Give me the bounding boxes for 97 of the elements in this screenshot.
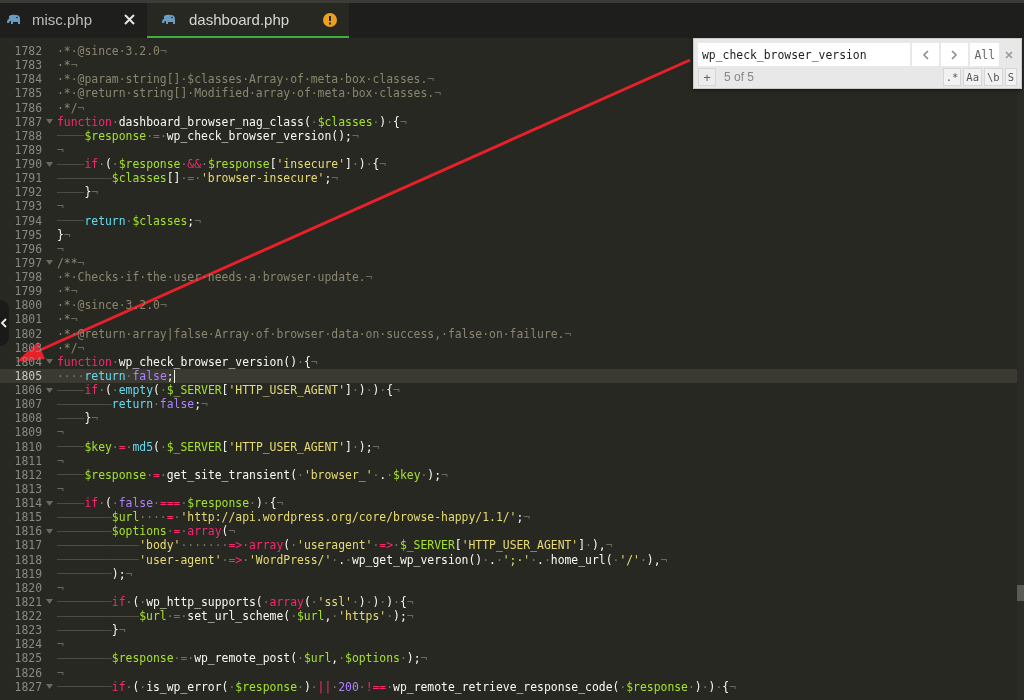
code-line: ¬ bbox=[57, 199, 64, 214]
line-number: 1826 bbox=[14, 665, 42, 680]
option-toggle[interactable]: S bbox=[1004, 68, 1017, 86]
code-line: ¬ bbox=[57, 453, 64, 468]
line-number: 1819 bbox=[14, 566, 42, 581]
line-number: 1801 bbox=[14, 312, 42, 327]
match-count: 5 of 5 bbox=[724, 70, 756, 84]
line-number: 1797 bbox=[14, 255, 42, 270]
line-number: 1785 bbox=[14, 86, 42, 101]
code-line: }¬ bbox=[57, 185, 99, 200]
code-line: return·false;¬ bbox=[57, 397, 208, 412]
line-number: 1791 bbox=[14, 171, 42, 186]
line-number: 1788 bbox=[14, 128, 42, 143]
code-line: if·(·is_wp_error(·$response·)·||·200·!==·wp_remote_retrieve_response_code(·$response·)·)·{¬ bbox=[57, 679, 736, 694]
line-number: 1808 bbox=[14, 411, 42, 426]
code-line: }¬ bbox=[57, 411, 99, 426]
code-line: ·*/¬ bbox=[57, 100, 85, 115]
line-number: 1798 bbox=[14, 270, 42, 285]
option-toggle[interactable]: Aa bbox=[963, 68, 982, 86]
line-number: 1784 bbox=[14, 72, 42, 87]
line-number: 1789 bbox=[14, 142, 42, 157]
line-number: 1825 bbox=[14, 651, 42, 666]
line-number: 1813 bbox=[14, 481, 42, 496]
line-number: 1810 bbox=[14, 439, 42, 454]
code-line: ·*·@param·string[]·$classes·Array·of·meta·box·classes.¬ bbox=[57, 72, 435, 87]
line-number: 1790 bbox=[14, 157, 42, 172]
code-line: ¬ bbox=[57, 665, 64, 680]
find-all-button[interactable]: All bbox=[970, 43, 999, 66]
line-number: 1796 bbox=[14, 241, 42, 256]
line-number: 1816 bbox=[14, 524, 42, 539]
code-line: $response·=·get_site_transient(·'browser_'·.·$key·);¬ bbox=[57, 467, 448, 482]
file-tab[interactable]: dashboard.php bbox=[147, 3, 350, 38]
line-number: 1827 bbox=[14, 679, 42, 694]
code-line: ¬ bbox=[57, 637, 64, 652]
option-toggle[interactable]: .* bbox=[942, 68, 962, 86]
line-number: 1812 bbox=[14, 467, 42, 482]
code-line: ¬ bbox=[57, 425, 64, 440]
line-number: 1809 bbox=[14, 425, 42, 440]
line-number: 1818 bbox=[14, 552, 42, 567]
code-line: function·dashboard_browser_nag_class(·$classes·)·{¬ bbox=[57, 114, 407, 129]
code-line: ·*·@return·string[]·Modified·array·of·meta·box·classes.¬ bbox=[57, 86, 442, 101]
option-toggle[interactable]: \b bbox=[984, 68, 1003, 86]
code-line: }¬ bbox=[57, 623, 126, 638]
line-number: 1802 bbox=[14, 326, 42, 341]
code-line: if·(·$response·&&·$response['insecure']·)·{¬ bbox=[57, 157, 387, 172]
code-line: $url·=·set_url_scheme(·$url,·'https'·);¬ bbox=[57, 609, 414, 624]
code-line: ·*/¬ bbox=[57, 340, 85, 355]
code-line: ····return·false; bbox=[57, 368, 175, 383]
line-number: 1805 bbox=[14, 368, 42, 383]
code-line: }¬ bbox=[57, 227, 71, 242]
file-tab[interactable]: misc.php bbox=[0, 3, 148, 38]
line-number: 1811 bbox=[14, 453, 42, 468]
line-number: 1799 bbox=[14, 284, 42, 299]
code-line: );¬ bbox=[57, 566, 133, 581]
line-number: 1795 bbox=[14, 227, 42, 242]
code-line: 'body'·······=>·array(·'useragent'·=>·$_SERVER['HTTP_USER_AGENT']·),¬ bbox=[57, 538, 613, 553]
line-number: 1815 bbox=[14, 510, 42, 525]
line-number: 1800 bbox=[14, 298, 42, 313]
code-line: ·*¬ bbox=[57, 284, 78, 299]
code-line: ¬ bbox=[57, 580, 64, 595]
line-number: 1794 bbox=[14, 213, 42, 228]
line-number: 1817 bbox=[14, 538, 42, 553]
line-number: 1824 bbox=[14, 637, 42, 652]
code-line: function·wp_check_browser_version()·{¬ bbox=[57, 354, 318, 369]
line-number: 1787 bbox=[14, 114, 42, 129]
line-number: 1807 bbox=[14, 397, 42, 412]
code-line: ¬ bbox=[57, 241, 64, 256]
line-number: 1786 bbox=[14, 100, 42, 115]
add-button[interactable]: + bbox=[698, 68, 716, 86]
code-line: $key·=·md5(·$_SERVER['HTTP_USER_AGENT']·);¬ bbox=[57, 439, 380, 454]
code-line: $options·=·array(¬ bbox=[57, 524, 236, 539]
code-line: $response·=·wp_remote_post(·$url,·$options·);¬ bbox=[57, 651, 428, 666]
code-line: /**¬ bbox=[57, 255, 85, 270]
code-line: if·(·empty(·$_SERVER['HTTP_USER_AGENT']·)·)·{¬ bbox=[57, 383, 400, 398]
line-number: 1792 bbox=[14, 185, 42, 200]
code-line: $response·=·wp_check_browser_version();¬ bbox=[57, 128, 359, 143]
line-number: 1821 bbox=[14, 594, 42, 609]
code-line: ·*·@since·3.2.0¬ bbox=[57, 44, 167, 59]
code-line: 'user-agent'·=>·'WordPress/'·.·wp_get_wp_version()·.·';·'·.·home_url(·'/'·),¬ bbox=[57, 552, 668, 567]
code-line: return·$classes;¬ bbox=[57, 213, 202, 228]
line-number: 1814 bbox=[14, 496, 42, 511]
line-number: 1793 bbox=[14, 199, 42, 214]
code-line: $classes[]·=·'browser-insecure';¬ bbox=[57, 171, 339, 186]
code-line: ·*¬ bbox=[57, 312, 78, 327]
code-line: if·(·wp_http_supports(·array(·'ssl'·)·)·)·{¬ bbox=[57, 594, 414, 609]
code-line: $url····=·'http://api.wordpress.org/core/browse-happy/1.1/';¬ bbox=[57, 510, 531, 525]
line-number: 1823 bbox=[14, 623, 42, 638]
line-number: 1782 bbox=[14, 44, 42, 59]
line-number: 1806 bbox=[14, 383, 42, 398]
line-number: 1820 bbox=[14, 580, 42, 595]
line-number: 1822 bbox=[14, 609, 42, 624]
code-line: ¬ bbox=[57, 481, 64, 496]
code-line: ·*¬ bbox=[57, 58, 78, 73]
code-line: ¬ bbox=[57, 142, 64, 157]
line-number: 1783 bbox=[14, 58, 42, 73]
code-line: if·(·false·===·$response·)·{¬ bbox=[57, 496, 284, 511]
search-field[interactable]: wp_check_browser_version bbox=[698, 43, 911, 66]
